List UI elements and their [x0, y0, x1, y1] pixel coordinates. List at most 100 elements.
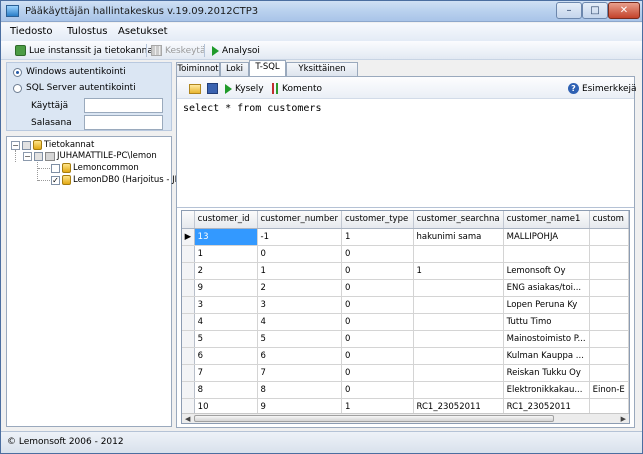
scroll-left-icon[interactable]: ◀ [185, 415, 190, 423]
table-row[interactable]: 4 4 0 Tuttu Timo [182, 313, 629, 331]
table-cell[interactable]: 9 [194, 279, 258, 297]
table-row[interactable]: 7 7 0 Reiskan Tukku Oy [182, 364, 629, 382]
tree-node-db1[interactable]: Lemoncommon [51, 163, 139, 173]
table-cell[interactable]: 0 [341, 313, 414, 331]
table-cell[interactable]: 1 [194, 245, 258, 263]
tree-checkbox-checked[interactable]: ✓ [51, 175, 60, 185]
table-cell[interactable]: Tuttu Timo [503, 313, 590, 331]
table-cell[interactable]: 0 [341, 296, 414, 314]
tree-checkbox[interactable] [51, 163, 60, 173]
col-header-customer-extra[interactable]: custom [589, 211, 629, 229]
table-cell[interactable]: 1 [413, 262, 504, 280]
table-cell[interactable]: 0 [341, 279, 414, 297]
save-button[interactable] [207, 81, 218, 96]
row-header[interactable] [182, 313, 195, 331]
tab-loki[interactable]: Loki [220, 62, 249, 76]
table-cell[interactable] [413, 279, 504, 297]
col-header-customer-searchname[interactable]: customer_searchna [413, 211, 504, 229]
table-row[interactable]: 6 6 0 Kulman Kauppa ... [182, 347, 629, 365]
table-cell[interactable]: Lemonsoft Oy [503, 262, 590, 280]
sql-auth-radio[interactable]: SQL Server autentikointi [13, 83, 136, 93]
table-cell[interactable]: 0 [341, 347, 414, 365]
table-cell[interactable] [589, 364, 629, 382]
row-header[interactable] [182, 245, 195, 263]
table-cell[interactable] [589, 228, 629, 246]
table-cell[interactable] [413, 364, 504, 382]
table-row[interactable]: 2 1 0 1 Lemonsoft Oy [182, 262, 629, 280]
table-row[interactable]: ▶ 13 -1 1 hakunimi sama MALLIPOHJA [182, 228, 629, 246]
tab-toiminnot[interactable]: Toiminnot [176, 62, 220, 76]
menu-asetukset[interactable]: Asetukset [118, 26, 168, 37]
table-cell[interactable]: 4 [194, 313, 258, 331]
examples-button[interactable]: ? Esimerkkejä [568, 81, 637, 96]
table-cell[interactable] [589, 313, 629, 331]
table-cell[interactable]: Mainostoimisto P... [503, 330, 590, 348]
row-header[interactable] [182, 296, 195, 314]
table-cell[interactable]: MALLIPOHJA [503, 228, 590, 246]
table-cell[interactable]: ENG asiakas/toi... [503, 279, 590, 297]
table-cell[interactable]: Kulman Kauppa ... [503, 347, 590, 365]
table-cell[interactable]: 5 [194, 330, 258, 348]
user-input[interactable] [84, 98, 163, 113]
row-header[interactable] [182, 279, 195, 297]
table-cell[interactable]: 1 [341, 228, 414, 246]
current-row-indicator[interactable]: ▶ [182, 228, 195, 246]
table-row[interactable]: 3 3 0 Lopen Peruna Ky [182, 296, 629, 314]
table-cell[interactable] [503, 245, 590, 263]
table-cell[interactable]: Lopen Peruna Ky [503, 296, 590, 314]
results-grid[interactable]: customer_id customer_number customer_typ… [181, 210, 630, 424]
row-header[interactable] [182, 364, 195, 382]
analyze-button[interactable]: Analysoi [212, 43, 260, 58]
table-cell[interactable]: 6 [194, 347, 258, 365]
table-cell[interactable] [589, 296, 629, 314]
table-cell[interactable] [589, 347, 629, 365]
col-header-customer-number[interactable]: customer_number [257, 211, 342, 229]
table-cell[interactable]: Einon-E [589, 381, 629, 399]
database-tree[interactable]: − Tietokannat − JUHAMATTILE-PC\lemon Lem… [6, 136, 182, 427]
table-cell[interactable]: -1 [257, 228, 342, 246]
row-header[interactable] [182, 347, 195, 365]
table-cell[interactable]: 7 [257, 364, 342, 382]
tab-tsql[interactable]: T-SQL [249, 60, 286, 77]
table-cell[interactable]: 7 [194, 364, 258, 382]
windows-auth-radio[interactable]: Windows autentikointi [13, 67, 126, 77]
password-input[interactable] [84, 115, 163, 130]
row-header[interactable] [182, 330, 195, 348]
title-bar[interactable]: Pääkäyttäjän hallintakeskus v.19.09.2012… [1, 1, 642, 22]
table-cell[interactable] [413, 330, 504, 348]
table-cell[interactable]: 0 [257, 245, 342, 263]
tree-node-server[interactable]: − JUHAMATTILE-PC\lemon [23, 151, 157, 161]
table-cell[interactable] [589, 279, 629, 297]
table-cell[interactable]: Elektronikkakau... [503, 381, 590, 399]
table-cell[interactable]: 5 [257, 330, 342, 348]
table-cell[interactable]: 13 [194, 228, 258, 246]
maximize-button[interactable]: □ [582, 2, 608, 19]
table-cell[interactable] [589, 245, 629, 263]
table-cell[interactable]: 3 [257, 296, 342, 314]
col-header-customer-type[interactable]: customer_type [341, 211, 414, 229]
query-button[interactable]: Kysely [225, 81, 264, 96]
table-cell[interactable]: Reiskan Tukku Oy [503, 364, 590, 382]
table-cell[interactable]: 2 [194, 262, 258, 280]
table-cell[interactable]: 0 [341, 364, 414, 382]
horizontal-scrollbar[interactable]: ◀ ▶ [182, 413, 629, 423]
menu-tiedosto[interactable]: Tiedosto [10, 26, 52, 37]
command-button[interactable]: Komento [272, 81, 322, 96]
open-button[interactable] [189, 81, 201, 96]
tree-checkbox[interactable] [34, 151, 43, 161]
table-cell[interactable]: 4 [257, 313, 342, 331]
table-cell[interactable]: 2 [257, 279, 342, 297]
table-cell[interactable]: 0 [341, 245, 414, 263]
scroll-right-icon[interactable]: ▶ [621, 415, 626, 423]
table-cell[interactable]: 6 [257, 347, 342, 365]
table-cell[interactable]: 0 [341, 330, 414, 348]
table-cell[interactable]: hakunimi sama [413, 228, 504, 246]
stop-button[interactable]: Keskeytä [151, 43, 205, 58]
table-row[interactable]: 8 8 0 Elektronikkakau... Einon-E [182, 381, 629, 399]
table-cell[interactable]: 0 [341, 262, 414, 280]
table-cell[interactable] [413, 296, 504, 314]
sql-editor[interactable]: select * from customers [177, 99, 634, 208]
table-cell[interactable] [413, 245, 504, 263]
load-instances-button[interactable]: Lue instanssit ja tietokannat [15, 43, 156, 58]
table-cell[interactable]: 8 [257, 381, 342, 399]
